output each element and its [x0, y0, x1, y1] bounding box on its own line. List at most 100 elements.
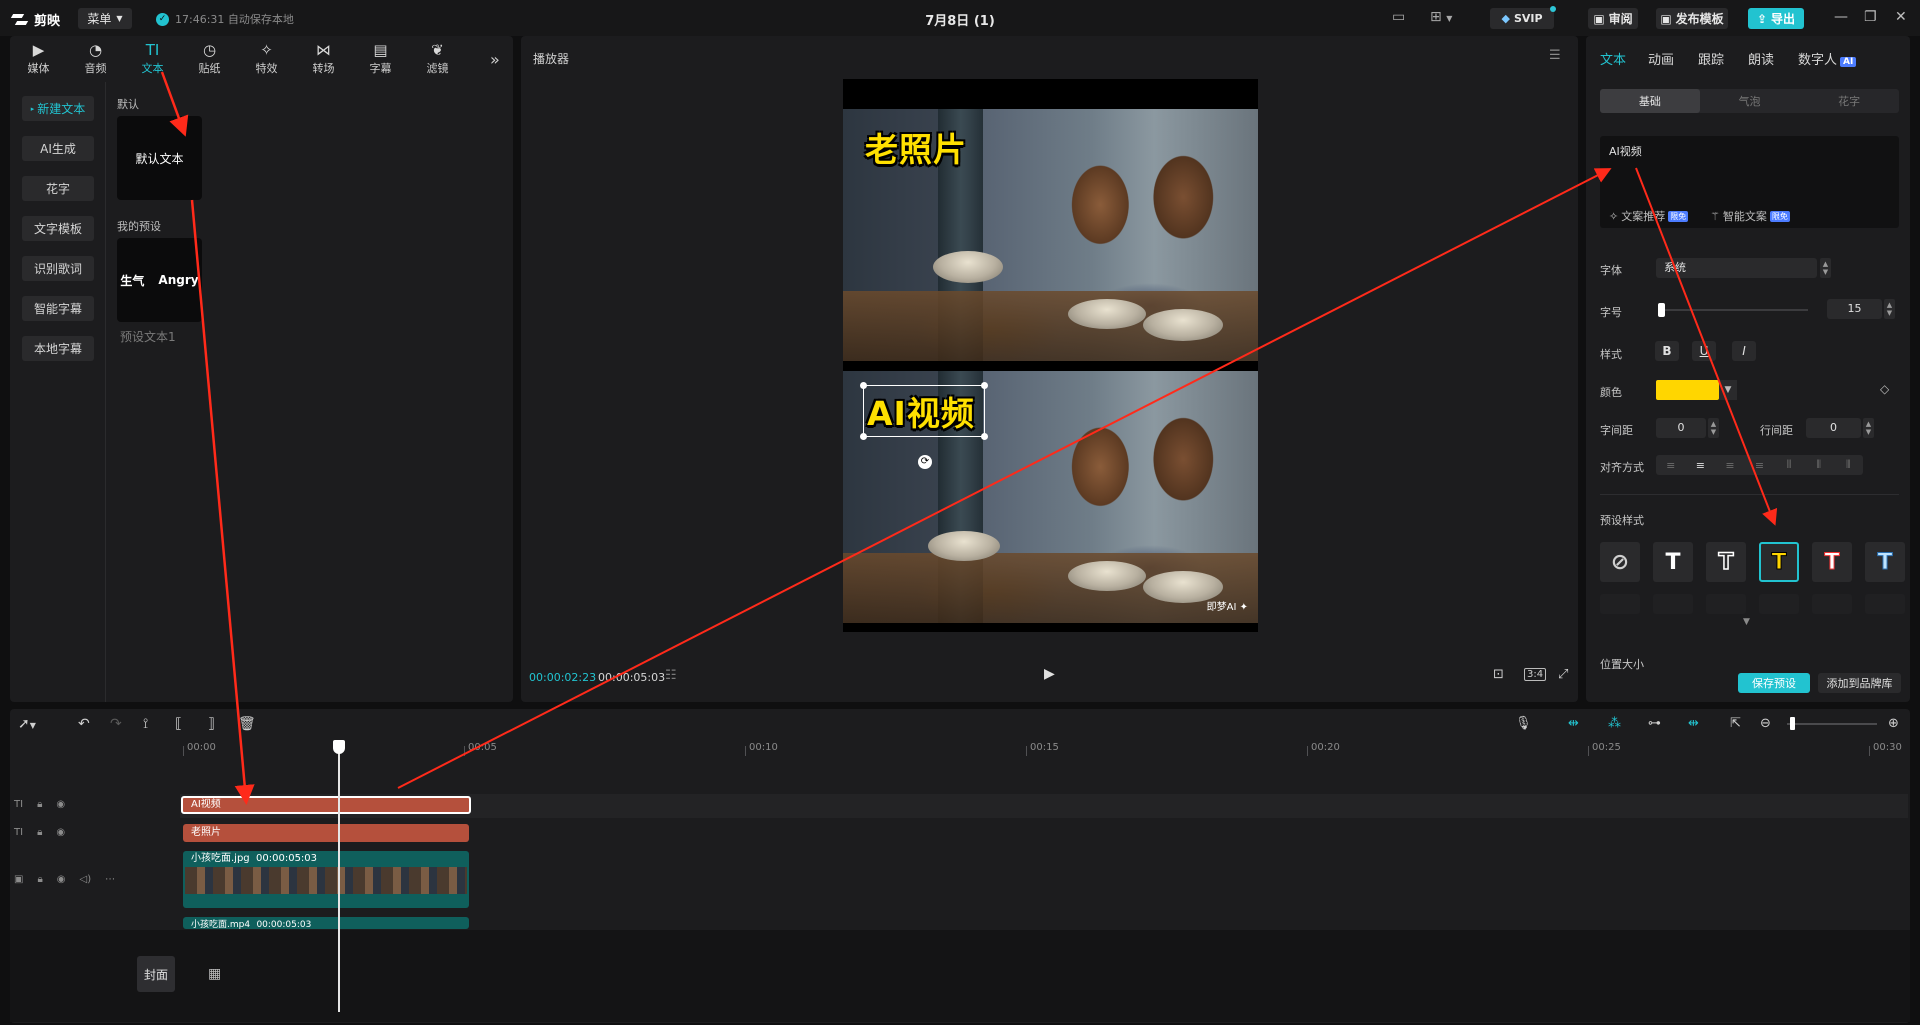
preset-style-row2[interactable]: [1812, 594, 1852, 614]
preset-style-red-outline[interactable]: T: [1812, 542, 1852, 582]
default-text-card[interactable]: 默认文本: [117, 116, 202, 200]
tab-text-props[interactable]: 文本: [1600, 49, 1626, 68]
lock-icon[interactable]: 🔒︎: [37, 874, 42, 885]
tab-transition[interactable]: ⋈ 转场: [295, 36, 352, 82]
align-left-icon[interactable]: ≡: [1656, 455, 1686, 475]
side-item-text-template[interactable]: 文字模板: [22, 216, 94, 241]
preset-style-row2[interactable]: [1653, 594, 1693, 614]
line-spacing-spin-icon[interactable]: ▲ ▼: [1863, 418, 1874, 438]
trim-left-icon[interactable]: ⟦: [175, 716, 182, 732]
microphone-icon[interactable]: 🎙: [1515, 716, 1532, 731]
subtab-fancy[interactable]: 花字: [1799, 89, 1899, 113]
more-tabs-icon[interactable]: »: [490, 50, 500, 69]
zoom-slider-track[interactable]: [1787, 723, 1877, 725]
close-icon[interactable]: ✕: [1895, 9, 1907, 25]
zoom-slider-thumb[interactable]: [1790, 717, 1795, 730]
preset-text-card[interactable]: 生气 Angry: [117, 238, 202, 322]
rotate-icon[interactable]: ⟳: [918, 455, 932, 469]
font-select[interactable]: 系统: [1656, 258, 1817, 278]
preset-style-row2[interactable]: [1600, 594, 1640, 614]
video-preview[interactable]: 老照片 AI视频 ⟳ 即梦AI ✦: [843, 79, 1258, 632]
italic-button[interactable]: I: [1732, 341, 1756, 361]
side-item-fancy-text[interactable]: 花字: [22, 176, 94, 201]
trim-right-icon[interactable]: ⟧: [208, 716, 215, 732]
letter-spacing-input[interactable]: 0: [1656, 418, 1706, 438]
snap-main-icon[interactable]: ⇹: [1568, 716, 1579, 731]
preview-axis-icon[interactable]: ⇹: [1688, 716, 1699, 731]
size-slider-track[interactable]: [1658, 309, 1808, 311]
letter-spacing-spin-icon[interactable]: ▲ ▼: [1708, 418, 1719, 438]
publish-template-button[interactable]: ▣ 发布模板: [1656, 8, 1728, 29]
text-clip-ai-video[interactable]: AI视频: [181, 796, 471, 814]
tab-effects[interactable]: ✧ 特效: [238, 36, 295, 82]
layout-icon[interactable]: ⊞ ▼: [1430, 9, 1452, 25]
line-spacing-input[interactable]: 0: [1806, 418, 1861, 438]
preset-style-yellow[interactable]: T: [1759, 542, 1799, 582]
tab-animation[interactable]: 动画: [1648, 49, 1674, 68]
side-item-local-subtitle[interactable]: 本地字幕: [22, 336, 94, 361]
aspect-ratio-button[interactable]: 3:4: [1524, 668, 1547, 681]
align-right-icon[interactable]: ≡: [1715, 455, 1745, 475]
preset-style-row2[interactable]: [1865, 594, 1905, 614]
cover-button[interactable]: 封面: [137, 956, 175, 992]
preset-style-white[interactable]: T: [1653, 542, 1693, 582]
align-justify-icon[interactable]: ≡: [1745, 455, 1775, 475]
eye-icon[interactable]: ◉: [57, 874, 66, 885]
side-item-new-text[interactable]: ▸ 新建文本: [22, 96, 94, 121]
subtab-bubble[interactable]: 气泡: [1700, 89, 1800, 113]
text-clip-old-photo[interactable]: 老照片: [183, 824, 469, 842]
chevron-down-icon[interactable]: ▼: [1719, 380, 1737, 400]
tab-subtitle[interactable]: ▤ 字幕: [352, 36, 409, 82]
fit-screen-icon[interactable]: ⊡: [1493, 667, 1504, 682]
tab-filter[interactable]: ❦ 滤镜: [409, 36, 466, 82]
timeline-ruler[interactable]: 00:00 00:05 00:10 00:15 00:20 00:25 00:3…: [180, 740, 1910, 760]
zoom-out-icon[interactable]: ⊖: [1760, 716, 1771, 731]
zoom-fit-icon[interactable]: ⇱: [1730, 716, 1741, 731]
eye-icon[interactable]: ◉: [56, 827, 65, 838]
delete-icon[interactable]: 🗑: [238, 716, 256, 732]
tab-audio[interactable]: ◔ 音频: [67, 36, 124, 82]
copy-recommend-button[interactable]: ✧ 文案推荐 限免: [1609, 208, 1689, 224]
bold-button[interactable]: B: [1655, 341, 1679, 361]
size-slider-thumb[interactable]: [1658, 303, 1665, 317]
underline-button[interactable]: U: [1692, 341, 1716, 361]
side-item-ai-generate[interactable]: AI生成: [22, 136, 94, 161]
minimize-icon[interactable]: —: [1834, 9, 1848, 25]
vertical-bottom-icon[interactable]: ⦀: [1833, 455, 1863, 475]
font-spin-icon[interactable]: ▲ ▼: [1820, 258, 1831, 278]
tab-tracking[interactable]: 跟踪: [1698, 49, 1724, 68]
keyframe-icon[interactable]: ◇: [1880, 382, 1889, 396]
vertical-center-icon[interactable]: ⦀: [1804, 455, 1834, 475]
maximize-icon[interactable]: ❐: [1864, 9, 1877, 25]
tab-digital-human[interactable]: 数字人 AI: [1798, 49, 1857, 68]
review-button[interactable]: ▣ 审阅: [1588, 8, 1638, 29]
auto-snap-icon[interactable]: ⁂: [1608, 716, 1621, 731]
preset-style-blue[interactable]: T: [1865, 542, 1905, 582]
lock-icon[interactable]: 🔒︎: [37, 799, 42, 810]
vertical-top-icon[interactable]: ⦀: [1774, 455, 1804, 475]
list-icon[interactable]: ☷: [665, 668, 677, 683]
playhead-handle[interactable]: [333, 740, 345, 754]
size-spin-icon[interactable]: ▲ ▼: [1884, 299, 1895, 319]
film-icon[interactable]: ▦: [208, 966, 221, 982]
align-center-icon[interactable]: ≡: [1686, 455, 1716, 475]
undo-icon[interactable]: ↶: [78, 716, 90, 732]
play-icon[interactable]: ▶: [1044, 666, 1055, 682]
eye-icon[interactable]: ◉: [56, 799, 65, 810]
add-to-brand-button[interactable]: 添加到品牌库: [1818, 673, 1901, 693]
resize-handle[interactable]: [981, 382, 988, 389]
lock-icon[interactable]: 🔒︎: [37, 827, 42, 838]
overlay-text-old-photo[interactable]: 老照片: [865, 123, 967, 171]
tab-media[interactable]: ▶ 媒体: [10, 36, 67, 82]
tab-sticker[interactable]: ◷ 贴纸: [181, 36, 238, 82]
tab-text[interactable]: TI 文本: [124, 36, 181, 82]
split-icon[interactable]: ⟟: [143, 716, 148, 732]
fullscreen-icon[interactable]: ⤢: [1558, 667, 1568, 682]
subtab-basic[interactable]: 基础: [1600, 89, 1700, 113]
select-tool-icon[interactable]: ➚▼: [18, 716, 36, 732]
preset-style-none-icon[interactable]: ⊘: [1600, 542, 1640, 582]
tab-read-aloud[interactable]: 朗读: [1748, 49, 1774, 68]
expand-styles-icon[interactable]: ▼: [1743, 617, 1750, 627]
redo-icon[interactable]: ↷: [110, 716, 122, 732]
shortcut-icon[interactable]: ▭: [1392, 9, 1405, 25]
